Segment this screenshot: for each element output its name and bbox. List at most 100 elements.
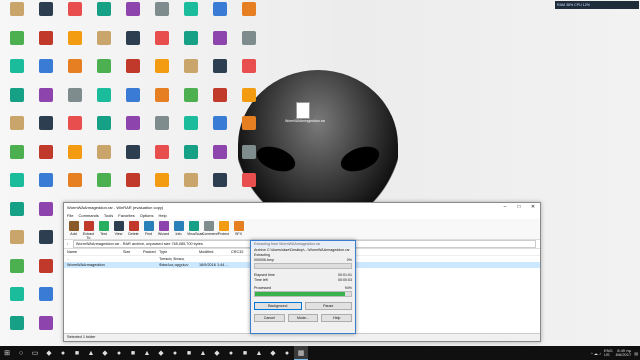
desktop-icon[interactable] [31, 173, 61, 203]
desktop-icon[interactable] [147, 116, 177, 146]
desktop-icon[interactable] [205, 87, 235, 118]
desktop-icon[interactable] [118, 87, 148, 118]
col-name[interactable]: Name [64, 249, 123, 255]
desktop-icon[interactable] [205, 2, 235, 32]
desktop-icon[interactable] [89, 116, 119, 146]
desktop-icon[interactable] [147, 30, 177, 61]
desktop-icon[interactable] [60, 116, 90, 146]
desktop-icon[interactable] [89, 30, 119, 61]
desktop-icon[interactable] [118, 2, 148, 32]
desktop-icon[interactable] [31, 258, 61, 289]
taskbar-app-icon[interactable]: ◆ [154, 346, 168, 360]
toolbar-virusscan-button[interactable]: VirusScan [187, 219, 203, 239]
taskbar-app-icon[interactable]: ● [56, 346, 70, 360]
desktop-icon[interactable] [2, 258, 32, 289]
toolbar-add-button[interactable]: Add [67, 219, 80, 239]
desktop-icon[interactable] [176, 144, 206, 175]
taskbar-app-icon[interactable]: ◆ [42, 346, 56, 360]
desktop-icon[interactable] [2, 230, 32, 260]
taskbar-app-icon[interactable]: ▲ [196, 346, 210, 360]
desktop-icon[interactable] [118, 173, 148, 203]
desktop-icon[interactable] [31, 201, 61, 232]
desktop-icon[interactable] [205, 116, 235, 146]
desktop-icon[interactable] [205, 173, 235, 203]
start-button[interactable]: ⊞ [0, 346, 14, 360]
desktop-icon[interactable] [31, 30, 61, 61]
mode-button[interactable]: Mode... [287, 314, 319, 322]
taskbar-app-icon[interactable]: ◆ [266, 346, 280, 360]
desktop-icon[interactable] [234, 59, 264, 89]
desktop-icon[interactable] [118, 116, 148, 146]
desktop-icon[interactable] [2, 144, 32, 175]
desktop-icon[interactable] [147, 144, 177, 175]
cancel-button[interactable]: Cancel [254, 314, 285, 322]
desktop-icon[interactable] [89, 173, 119, 203]
desktop-icon[interactable] [60, 87, 90, 118]
desktop-icon[interactable] [31, 87, 61, 118]
desktop-icon[interactable] [2, 30, 32, 61]
desktop-icon[interactable] [2, 116, 32, 146]
task-view-icon[interactable]: ▭ [28, 346, 42, 360]
toolbar-sfx-button[interactable]: SFX [232, 219, 245, 239]
desktop-icon[interactable] [147, 59, 177, 89]
col-packed[interactable]: Packed [143, 249, 159, 255]
desktop-icon[interactable] [60, 30, 90, 61]
col-type[interactable]: Type [159, 249, 199, 255]
winrar-titlebar[interactable]: WormWAArmageddon.rar - WinRAR (evaluatio… [64, 203, 540, 212]
menu-file[interactable]: File [67, 212, 73, 219]
desktop-icon[interactable] [2, 315, 32, 346]
desktop-icon[interactable] [147, 2, 177, 32]
desktop-icon[interactable] [118, 59, 148, 89]
desktop-icon[interactable] [31, 116, 61, 146]
toolbar-find-button[interactable]: Find [142, 219, 155, 239]
desktop-icon[interactable] [89, 59, 119, 89]
desktop-icon[interactable] [2, 87, 32, 118]
toolbar-view-button[interactable]: View [112, 219, 125, 239]
taskbar-winrar-icon[interactable]: ▦ [294, 346, 308, 360]
desktop-icon[interactable] [89, 2, 119, 32]
desktop-icon[interactable] [234, 116, 264, 146]
menu-commands[interactable]: Commands [78, 212, 98, 219]
background-button[interactable]: Background [254, 302, 302, 310]
desktop-icon[interactable] [176, 87, 206, 118]
toolbar-extract-to-button[interactable]: Extract To [82, 219, 95, 240]
desktop-icon[interactable] [89, 144, 119, 175]
toolbar-wizard-button[interactable]: Wizard [157, 219, 170, 239]
desktop-icon[interactable] [205, 59, 235, 89]
taskbar-app-icon[interactable]: ● [112, 346, 126, 360]
taskbar-app-icon[interactable]: ■ [126, 346, 140, 360]
minimize-button[interactable]: – [498, 203, 512, 212]
desktop-icon[interactable] [118, 30, 148, 61]
help-button[interactable]: Help [321, 314, 353, 322]
desktop-icon[interactable] [2, 287, 32, 317]
desktop-icon[interactable] [176, 2, 206, 32]
desktop-icon[interactable] [234, 30, 264, 61]
desktop-icon[interactable] [234, 173, 264, 203]
col-size[interactable]: Size [123, 249, 143, 255]
menu-tools[interactable]: Tools [104, 212, 113, 219]
desktop-icon[interactable] [176, 173, 206, 203]
desktop-icon[interactable] [176, 30, 206, 61]
search-icon[interactable]: ○ [14, 346, 28, 360]
close-button[interactable]: ✕ [526, 203, 540, 212]
toolbar-test-button[interactable]: Test [97, 219, 110, 239]
desktop-icon[interactable] [31, 230, 61, 260]
maximize-button[interactable]: □ [512, 203, 526, 212]
desktop-icon[interactable] [234, 144, 264, 175]
toolbar-protect-button[interactable]: Protect [217, 219, 230, 239]
desktop-icon[interactable] [205, 144, 235, 175]
desktop-icon[interactable] [31, 2, 61, 32]
desktop-icon[interactable] [60, 2, 90, 32]
taskbar-app-icon[interactable]: ◆ [210, 346, 224, 360]
desktop-icon[interactable] [2, 59, 32, 89]
desktop-icon[interactable] [205, 30, 235, 61]
dialog-title[interactable]: Extracting from WormWAArmageddon.rar [251, 241, 355, 248]
desktop-icon[interactable] [60, 144, 90, 175]
desktop-icon[interactable] [234, 87, 264, 118]
pause-button[interactable]: Pause [304, 302, 352, 310]
desktop-icon[interactable] [234, 2, 264, 32]
taskbar-app-icon[interactable]: ▲ [252, 346, 266, 360]
desktop-icon[interactable] [31, 144, 61, 175]
clock[interactable]: 8:49 πμ 8/6/2017 [616, 348, 632, 358]
desktop-rar-file[interactable]: WormWAArmageddon.rar [285, 102, 325, 123]
